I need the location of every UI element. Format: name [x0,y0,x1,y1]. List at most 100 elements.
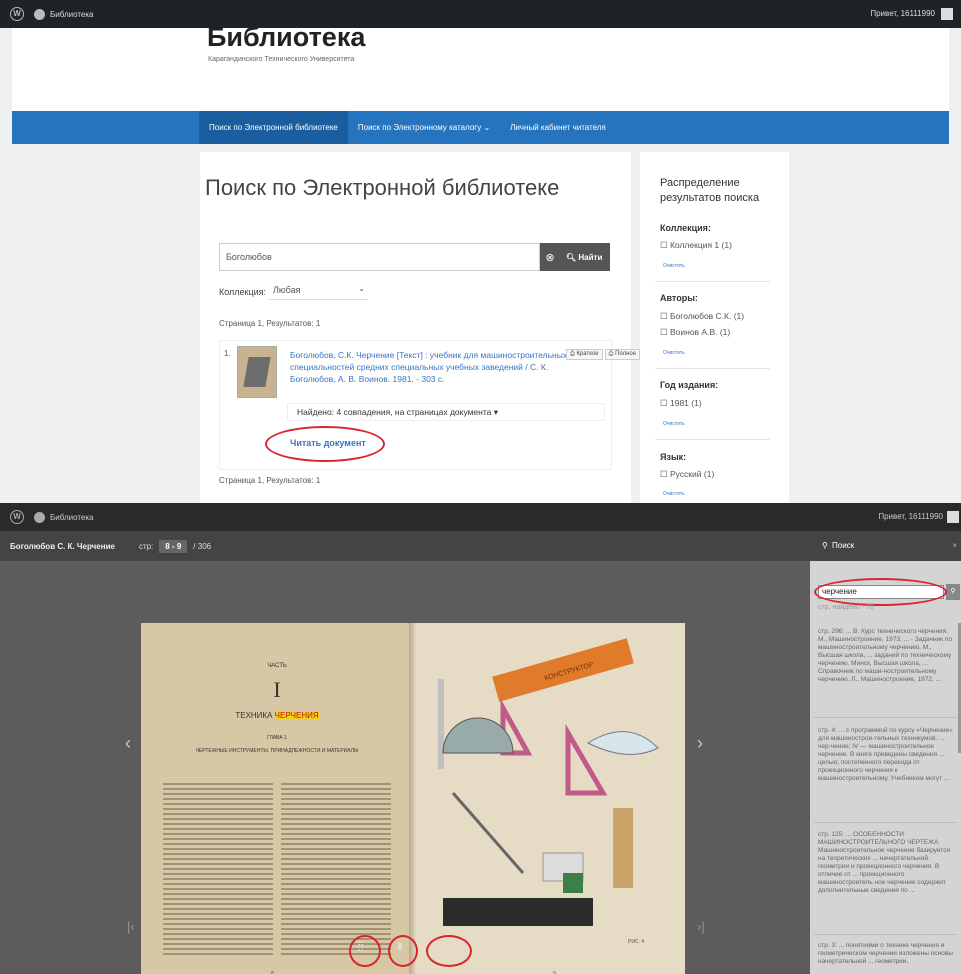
search-panel: ⚲ Поиск × черчение ⚲ стр. найдено - 70 с… [810,531,961,974]
page-info-bottom: Страница 1, Результатов: 1 [219,476,321,485]
admin-bar-site-name[interactable]: Библиотека [50,10,94,19]
site-icon[interactable] [34,511,45,523]
page-title: Поиск по Электронной библиотеке [205,175,560,200]
nav-item-electronic-library[interactable]: Поиск по Электронной библиотеке [199,111,348,144]
avatar[interactable] [947,511,959,523]
facet-heading: Распределение результатов поиска [660,177,760,204]
result-thumbnail[interactable] [237,346,277,398]
reader-toolbar: Боголюбов С. К. Черчение стр: 8 - 9 / 30… [0,531,810,561]
annotation-circle [426,935,472,967]
site-subtitle: Карагандинского Технического Университет… [208,56,355,63]
site-title[interactable]: Библиотека [207,22,365,53]
search-result[interactable]: стр. 3: ... понятиями о технике черчения… [818,942,958,966]
search-icon: ⚲ [950,588,956,595]
divider [655,281,770,282]
wordpress-icon[interactable]: W [10,510,24,524]
main-nav: Поиск по Электронной библиотеке Поиск по… [12,111,949,144]
short-view-button[interactable]: ⎙ Краткое [566,349,603,360]
prev-page-arrow[interactable]: ‹ [125,733,131,754]
t-square [451,792,525,874]
search-icon: 🔍︎ [566,252,577,262]
last-page-icon[interactable]: ›| [697,919,705,934]
facet-language-title: Язык: [660,452,687,462]
result-number: 1. [224,349,231,358]
facet-authors-title: Авторы: [660,293,698,303]
page-label: стр: [138,541,154,551]
divider [814,717,958,718]
chapter-title: ЧЕРТЕЖНЫЕ ИНСТРУМЕНТЫ, ПРИНАДЛЕЖНОСТИ И … [195,748,359,754]
search-panel-header: ⚲ Поиск × [810,531,961,561]
facet-option[interactable]: ☐ Коллекция 1 (1) [660,240,732,251]
search-page: W Библиотека Привет, 16111990 Библиотека… [0,0,961,503]
find-button[interactable]: 🔍︎ Найти [566,253,602,262]
nav-item-electronic-catalog[interactable]: Поиск по Электронному каталогу ⌄ [348,111,500,144]
book-spine [409,623,417,974]
search-buttons: ⊗ 🔍︎ Найти [540,243,610,271]
close-icon[interactable]: × [952,531,957,561]
chevron-down-icon: ⌄ [358,284,365,293]
full-view-button[interactable]: ⎙ Полное [604,349,641,360]
first-page-icon[interactable]: |‹ [127,919,135,934]
result-view-buttons: ⎙ Краткое ⎙ Полное [566,349,641,360]
book-spread: ЧАСТЬ I ТЕХНИКА ЧЕРЧЕНИЯ ГЛАВА 1 ЧЕРТЕЖН… [141,623,685,974]
chapter-label: ГЛАВА 1 [267,735,287,741]
text-column-left [163,783,273,958]
curve-template [586,731,659,755]
admin-bar: W Библиотека Привет, 16111990 [0,503,961,531]
page-number-input[interactable]: 8 - 9 [159,539,188,553]
site-header [12,28,949,111]
clear-search-icon[interactable]: ⊗ [540,251,560,264]
facet-clear-link[interactable]: Очистить [663,491,685,497]
admin-bar-greeting[interactable]: Привет, 16111990 [870,9,935,18]
avatar[interactable] [941,8,953,20]
site-icon[interactable] [34,8,45,20]
facet-collection-title: Коллекция: [660,223,711,233]
admin-bar: W Библиотека Привет, 16111990 [0,0,961,28]
compass-set-case [443,898,593,926]
ruler [438,679,444,769]
collection-select[interactable]: Любая ⌄ [268,282,368,300]
collection-label: Коллекция: [219,287,267,297]
annotation-circle [349,935,381,967]
divider [814,822,958,823]
document-reader: W Библиотека Привет, 16111990 Боголюбов … [0,503,961,974]
facet-clear-link[interactable]: Очистить [663,421,685,427]
figure-caption: РИС. 4 [628,939,644,945]
result-title-link[interactable]: Боголюбов, С.К. Черчение [Текст] : учебн… [290,349,570,385]
part-label: ЧАСТЬ [267,663,287,669]
next-page-arrow[interactable]: › [697,733,703,754]
annotation-circle [814,578,947,606]
facet-option[interactable]: ☐ Русский (1) [660,469,714,480]
matches-dropdown[interactable]: Найдено: 4 совпадения, на страницах доку… [287,403,605,421]
facet-clear-link[interactable]: Очистить [663,350,685,356]
search-result[interactable]: стр. 125: ... ОСОБЕННОСТИ МАШИНОСТРОИТЕЛ… [818,831,958,895]
nav-item-reader-account[interactable]: Личный кабинет читателя [500,111,616,144]
facet-option[interactable]: ☐ Боголюбов С.К. (1) [660,311,744,322]
page-info-top: Страница 1, Результатов: 1 [219,319,321,328]
divider [814,934,958,935]
document-title: Боголюбов С. К. Черчение [10,541,115,551]
divider [655,439,770,440]
part-number: I [273,677,281,702]
search-highlight: ЧЕРЧЕНИЯ [274,711,319,720]
results-count: стр. найдено - 70 [818,604,874,611]
search-go-button[interactable]: ⚲ [946,584,960,600]
facet-option[interactable]: ☐ 1981 (1) [660,398,702,409]
wordpress-icon[interactable]: W [10,7,24,21]
caret-down-icon: ▾ [493,407,499,417]
facet-year-title: Год издания: [660,380,719,390]
pencil-case [613,808,633,888]
search-result[interactable]: стр. 296: ... В. Курс технического черче… [818,628,958,684]
page-total: / 306 [193,541,212,551]
search-input[interactable]: Боголюбов [219,243,540,271]
ink-bottle [563,873,583,893]
facet-clear-link[interactable]: Очистить [663,263,685,269]
admin-bar-greeting[interactable]: Привет, 16111990 [878,512,943,521]
search-icon: ⚲ [822,541,828,550]
admin-bar-site-name[interactable]: Библиотека [50,513,94,522]
facet-option[interactable]: ☐ Воинов А.В. (1) [660,327,730,338]
right-page: КОНСТРУКТОР РИС. 4 9 [413,623,685,974]
annotation-circle [265,426,385,462]
chevron-down-icon: ⌄ [483,123,491,132]
search-result[interactable]: стр. 4: ... с программой по курсу «Черче… [818,727,958,783]
